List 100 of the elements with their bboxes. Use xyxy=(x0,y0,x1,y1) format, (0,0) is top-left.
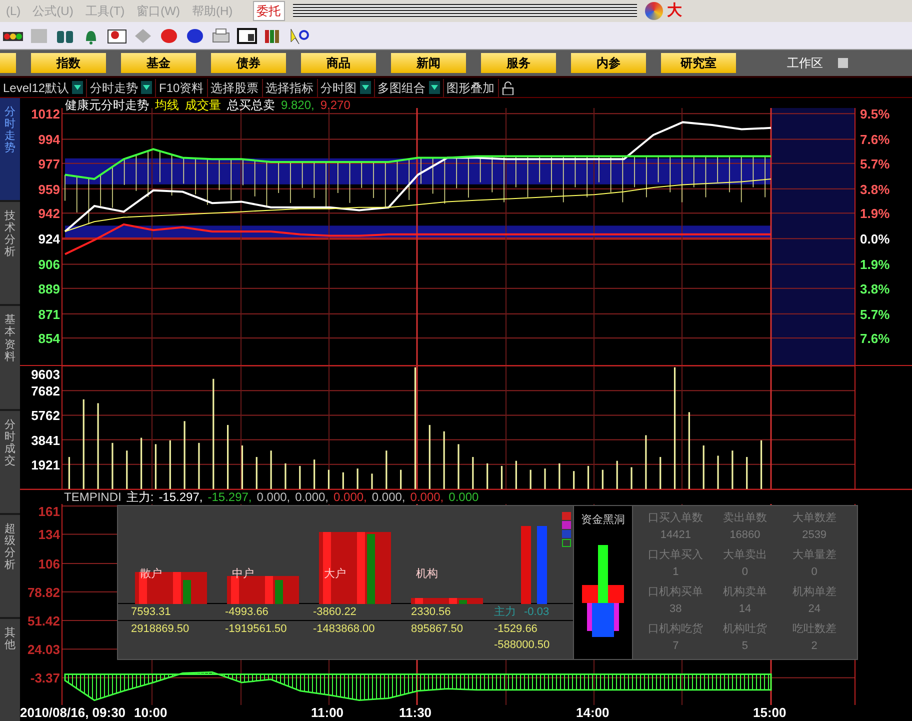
indicator-axis-label: 78.82 xyxy=(27,584,60,600)
indicator-axis-label: 51.42 xyxy=(27,613,60,628)
volume-bar xyxy=(500,466,503,489)
lock-icon[interactable] xyxy=(502,80,514,94)
nav-button[interactable]: 债券 xyxy=(211,53,286,73)
nav-button[interactable]: 基金 xyxy=(121,53,196,73)
logo-icon xyxy=(645,2,663,20)
price-axis-label: 1012 xyxy=(31,106,60,122)
workspace-label[interactable]: 工作区 xyxy=(787,54,823,72)
volume-bar xyxy=(154,444,157,489)
stat-value: 2539 xyxy=(802,528,827,543)
stat-label: 口机构吃货 xyxy=(648,622,704,637)
legend-icon xyxy=(562,512,571,550)
total-value: 2918869.50 xyxy=(131,622,190,637)
fund-hole-title: 资金黑洞 xyxy=(581,513,625,528)
volume-bar xyxy=(241,445,244,489)
view-toolbar-item[interactable]: 多图组合 xyxy=(378,78,426,96)
trade-tab[interactable]: 委托 xyxy=(252,1,285,21)
stat-label: 大单数差 xyxy=(792,511,836,526)
side-tab[interactable]: 超级分析 xyxy=(0,514,20,617)
indicator-reading: 0.000, xyxy=(295,490,329,504)
stat-label: 大单量差 xyxy=(792,548,836,563)
time-axis-label: 2010/08/16, 09:30 xyxy=(20,705,126,721)
extra-value: -1529.66 xyxy=(494,622,538,637)
percent-axis-label: 3.8% xyxy=(860,281,890,296)
side-tab[interactable]: 技术分析 xyxy=(0,202,20,304)
stat-label: 口买入单数 xyxy=(648,511,704,526)
stat-value: 24 xyxy=(808,602,820,617)
main-force-value: -0.03 xyxy=(524,605,550,620)
stat-value: 5 xyxy=(742,639,748,654)
volume-bar xyxy=(587,466,590,489)
volume-bar xyxy=(328,470,330,489)
time-axis-label: 10:00 xyxy=(134,705,168,721)
percent-axis-label: 7.6% xyxy=(860,132,890,148)
price-axis-label: 977 xyxy=(38,156,60,172)
volume-axis-label: 5762 xyxy=(31,408,60,424)
nav-button[interactable]: 新闻 xyxy=(391,53,466,73)
side-tab[interactable]: 其他 xyxy=(0,618,20,721)
nav-button[interactable]: 商品 xyxy=(301,53,376,73)
stat-label: 吃吐数差 xyxy=(792,622,836,637)
indicator-reading: 0.000, xyxy=(410,490,444,504)
price-axis-label: 942 xyxy=(38,206,60,222)
side-tab[interactable]: 基本资料 xyxy=(0,306,20,409)
percent-axis-label: 1.9% xyxy=(860,257,890,272)
side-tab[interactable]: 分时成交 xyxy=(0,410,20,513)
indicator-axis-label: 161 xyxy=(38,504,60,519)
stat-value: 38 xyxy=(670,602,682,617)
nav-button[interactable]: 指数 xyxy=(31,53,106,73)
percent-axis-label: 3.8% xyxy=(860,182,890,197)
indicator-reading: 0.000, xyxy=(256,490,290,504)
indicator-label: 主力: xyxy=(126,490,154,504)
price-axis-label: 924 xyxy=(38,232,60,247)
time-axis-label: 15:00 xyxy=(753,705,786,721)
stat-value: 14421 xyxy=(660,528,691,543)
stat-value: 14 xyxy=(738,602,752,617)
total-value: -1919561.50 xyxy=(225,622,288,637)
percent-axis-label: 1.9% xyxy=(860,206,890,222)
dropdown-icon[interactable] xyxy=(428,81,440,94)
view-toolbar-item[interactable]: 选择指标 xyxy=(266,78,314,96)
volume-axis-label: 1921 xyxy=(31,457,60,472)
stat-label: 口大单买入 xyxy=(648,548,704,563)
view-toolbar-item[interactable]: 分时走势 xyxy=(90,78,138,96)
stat-label: 卖出单数 xyxy=(722,511,767,526)
percent-axis-label: 5.7% xyxy=(860,156,890,172)
nav-button[interactable]: 研究室 xyxy=(661,53,736,73)
view-toolbar-item[interactable]: F10资料 xyxy=(159,78,204,96)
net-value: -3860.22 xyxy=(313,605,358,620)
dropdown-icon[interactable] xyxy=(141,81,152,94)
indicator-axis-label: 106 xyxy=(38,556,60,572)
dropdown-icon[interactable] xyxy=(72,81,84,94)
view-toolbar-item[interactable]: 分时图 xyxy=(320,78,357,96)
view-toolbar-item[interactable]: 选择股票 xyxy=(210,78,259,96)
logo-text: 大 xyxy=(667,0,682,21)
price-axis-label: 959 xyxy=(38,182,60,197)
extra-value: -588000.50 xyxy=(494,638,551,653)
total-value: -1483868.00 xyxy=(313,622,376,637)
stat-value: 0 xyxy=(742,565,748,580)
side-tab[interactable]: 分时走势 xyxy=(0,98,20,200)
indicator-reading: -15.297, xyxy=(158,490,203,504)
stat-label: 口机构买单 xyxy=(648,585,704,600)
view-toolbar-item[interactable]: Level12默认 xyxy=(3,78,70,96)
indicator-reading: -15.297, xyxy=(208,490,252,504)
indicator-reading: 0.000, xyxy=(334,490,367,504)
dropdown-icon[interactable] xyxy=(360,81,371,94)
net-value: -4993.66 xyxy=(225,605,270,620)
chart-title: 成交量 xyxy=(185,98,221,112)
stat-label: 机构吐货 xyxy=(722,622,767,637)
price-axis-label: 889 xyxy=(38,281,60,296)
nav-button[interactable]: 服务 xyxy=(481,53,556,73)
chart-title: 总买总卖 xyxy=(227,98,275,112)
stat-value: 1 xyxy=(672,565,679,580)
time-axis-label: 11:00 xyxy=(311,705,344,721)
volume-axis-label: 3841 xyxy=(31,432,60,448)
indicator-axis-label: 134 xyxy=(38,527,60,542)
volume-axis-label: 7682 xyxy=(31,384,60,399)
price-axis-label: 854 xyxy=(38,331,60,346)
main-force-label: 主力 xyxy=(494,604,516,620)
price-axis-label: 994 xyxy=(38,132,60,148)
view-toolbar-item[interactable]: 图形叠加 xyxy=(446,78,495,96)
nav-button[interactable]: 内参 xyxy=(571,53,646,73)
